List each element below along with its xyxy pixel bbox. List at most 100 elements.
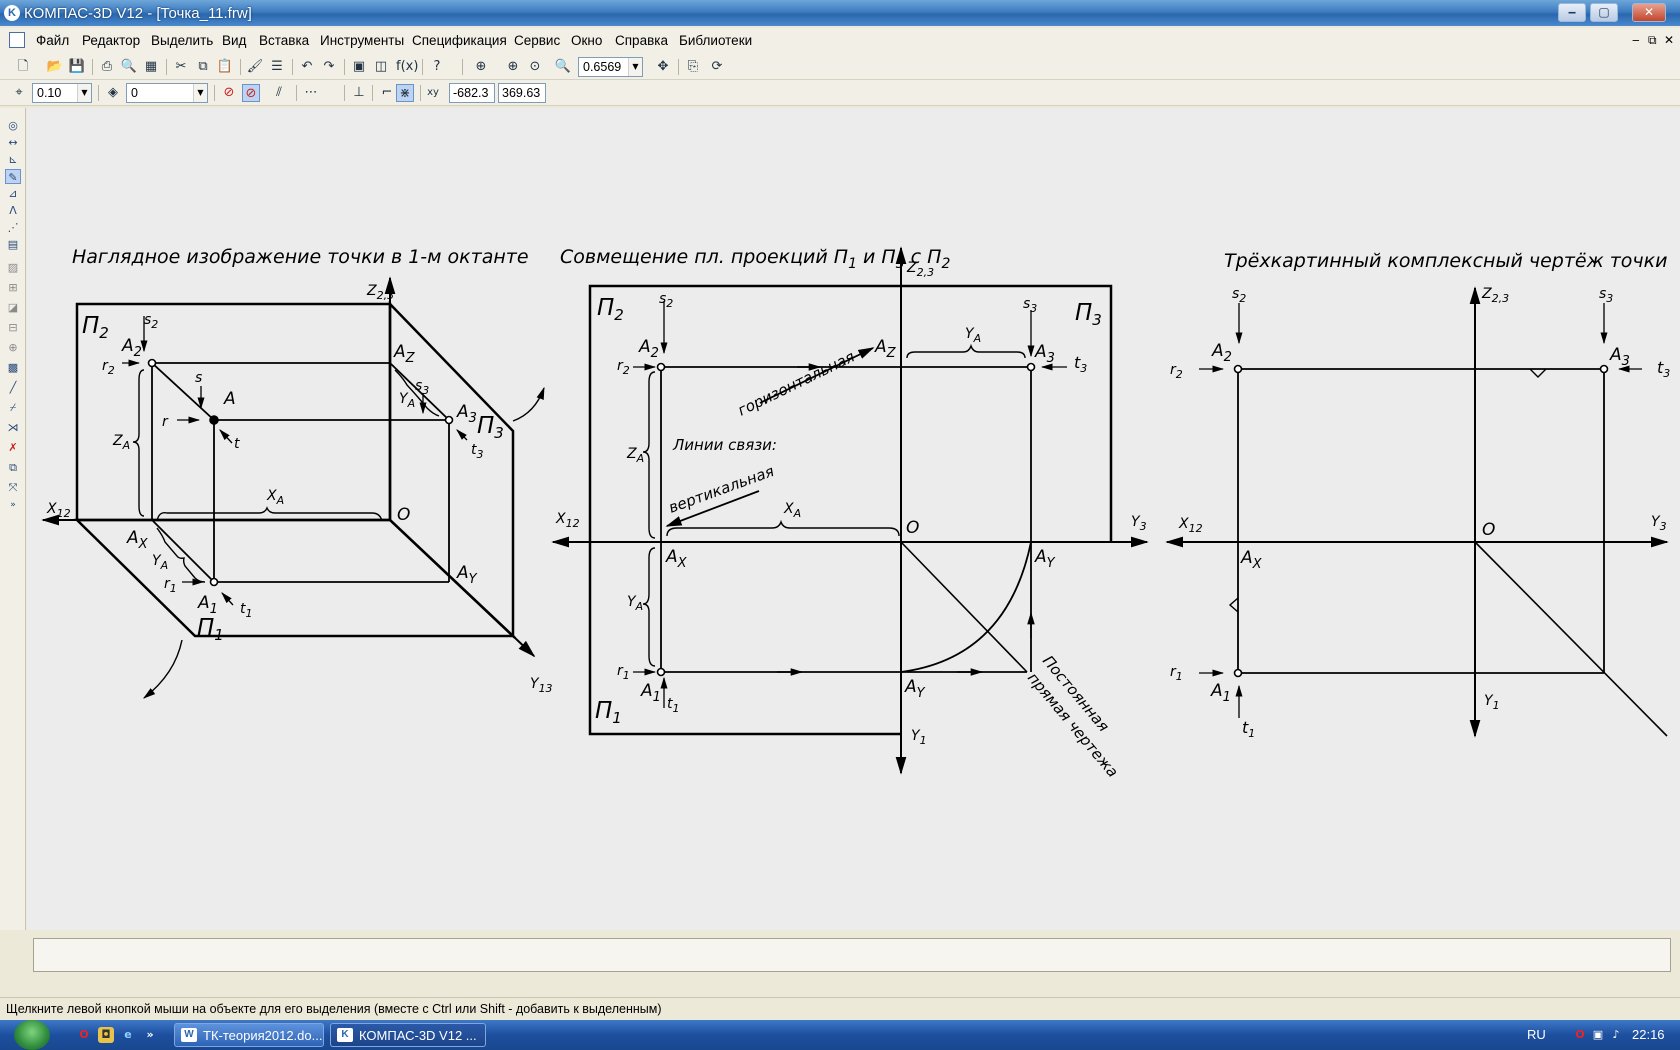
line-panel-icon[interactable]: ╱ bbox=[5, 380, 21, 395]
dimensions-panel-icon[interactable]: ↔ bbox=[5, 135, 21, 150]
selection-panel-icon[interactable]: ⋰ bbox=[5, 220, 21, 235]
drawing-canvas[interactable]: Наглядное изображение точки в 1-м октант… bbox=[27, 108, 1680, 930]
chevron-down-icon[interactable]: ▼ bbox=[628, 58, 642, 76]
paste-icon[interactable]: 📋 bbox=[216, 58, 234, 76]
manager-icon[interactable]: ▣ bbox=[350, 58, 368, 76]
layer-combo[interactable]: 0 ▼ bbox=[126, 83, 208, 103]
variables-fx-icon[interactable]: f(x) bbox=[396, 58, 418, 76]
quicklaunch-app-icon[interactable]: ◘ bbox=[98, 1027, 114, 1043]
zoom-in-icon[interactable]: ⊕ bbox=[504, 58, 522, 76]
compact-toolbar: ◎ ↔ ⊾ ✎ ⊿ Λ ⋰ ▤ ▨ ⊞ ◪ ⊟ ⊕ ▩ ╱ ⌿ ⋊ ✗ ⧉ ⤧ … bbox=[0, 108, 26, 930]
command-area[interactable] bbox=[33, 938, 1671, 972]
menu-tools[interactable]: Инструменты bbox=[320, 33, 404, 48]
maximize-button[interactable]: ▢ bbox=[1590, 3, 1618, 22]
current-state-toolbar: ⌖ 0.10 ▼ ◈ 0 ▼ ⊘ ⊘ ⫽ ⋯ ⊥ ⌐ ⋇ xy -682.3 3… bbox=[0, 80, 1680, 106]
format-brush-icon[interactable]: 🖌 bbox=[246, 58, 264, 76]
menu-specification[interactable]: Спецификация bbox=[412, 33, 507, 48]
delete-panel-icon[interactable]: ✗ bbox=[5, 440, 21, 455]
ie-icon[interactable]: e bbox=[120, 1027, 136, 1043]
copy-icon[interactable]: ⧉ bbox=[194, 58, 212, 76]
print-preview-icon[interactable]: 🔍 bbox=[120, 58, 138, 76]
zoom-combo[interactable]: 0.6569 ▼ bbox=[578, 57, 643, 77]
menu-help[interactable]: Справка bbox=[615, 33, 668, 48]
cursor-y-field[interactable]: 369.63 bbox=[498, 83, 546, 103]
menu-window[interactable]: Окно bbox=[571, 33, 602, 48]
svg-text:O: O bbox=[1482, 520, 1495, 540]
ortho-mode-icon[interactable]: ⌐ bbox=[378, 84, 396, 102]
spec-panel-icon[interactable]: ▤ bbox=[5, 237, 21, 252]
menu-view[interactable]: Вид bbox=[222, 33, 246, 48]
properties-icon[interactable]: ▦ bbox=[142, 58, 160, 76]
insert-panel-icon[interactable]: ⊞ bbox=[5, 280, 21, 295]
minimize-button[interactable]: ‒ bbox=[1558, 3, 1586, 22]
layers-icon[interactable]: ◈ bbox=[104, 84, 122, 102]
refresh-icon[interactable]: ⟳ bbox=[708, 58, 726, 76]
zoom-window-icon[interactable]: ⊕ bbox=[472, 58, 490, 76]
svg-text:X12: X12 bbox=[1178, 516, 1203, 535]
dynamic-snap-icon[interactable]: ⋇ bbox=[396, 84, 414, 102]
scale-panel-icon[interactable]: ⤧ bbox=[5, 480, 21, 495]
menu-libraries[interactable]: Библиотеки bbox=[679, 33, 752, 48]
chevron-down-icon[interactable]: ▼ bbox=[193, 84, 207, 102]
cut-icon[interactable]: ✂ bbox=[172, 58, 190, 76]
opera-icon[interactable]: O bbox=[76, 1027, 92, 1043]
task-word-document[interactable]: W ТК-теория2012.do... bbox=[174, 1023, 324, 1047]
tray-volume-icon[interactable]: ♪ bbox=[1608, 1027, 1624, 1043]
editing-panel-icon[interactable]: ✎ bbox=[5, 169, 21, 184]
start-button[interactable] bbox=[14, 1020, 50, 1050]
zoom-fit-icon[interactable]: ⊙ bbox=[526, 58, 544, 76]
svg-text:A2: A2 bbox=[1211, 341, 1232, 365]
pan-icon[interactable]: ✥ bbox=[654, 58, 672, 76]
parametrization-panel-icon[interactable]: ⊿ bbox=[5, 186, 21, 201]
snap-magnet-icon[interactable]: ⊘ bbox=[220, 84, 238, 102]
menu-file[interactable]: Файл bbox=[36, 33, 69, 48]
cursor-step-combo[interactable]: 0.10 ▼ bbox=[32, 83, 92, 103]
graphics-panel-icon[interactable]: ⊟ bbox=[5, 320, 21, 335]
save-icon[interactable]: 💾 bbox=[68, 58, 86, 76]
undo-icon[interactable]: ↶ bbox=[298, 58, 316, 76]
reports-panel-icon[interactable]: ▨ bbox=[5, 260, 21, 275]
split-panel-icon[interactable]: ⋊ bbox=[5, 420, 21, 435]
local-snap-magnet-icon[interactable]: ⊘ bbox=[242, 84, 260, 102]
quicklaunch-more-icon[interactable]: » bbox=[142, 1027, 158, 1043]
more-tools-icon[interactable]: » bbox=[5, 498, 21, 513]
regenerate-icon[interactable]: ⎘ bbox=[684, 58, 702, 76]
zoom-scale-icon[interactable]: 🔍 bbox=[554, 58, 572, 76]
menu-editor[interactable]: Редактор bbox=[82, 33, 140, 48]
title-bar[interactable]: K КОМПАС-3D V12 - [Точка_11.frw] ‒ ▢ ✕ bbox=[0, 0, 1680, 26]
help-pointer-icon[interactable]: ? bbox=[428, 58, 446, 76]
task-kompas[interactable]: K КОМПАС-3D V12 ... bbox=[330, 1023, 486, 1047]
fragment-panel-icon[interactable]: ◪ bbox=[5, 300, 21, 315]
menu-select[interactable]: Выделить bbox=[151, 33, 213, 48]
open-file-icon[interactable]: 📂 bbox=[46, 58, 64, 76]
svg-text:Y1: Y1 bbox=[911, 728, 927, 747]
document-icon[interactable] bbox=[9, 32, 25, 48]
hatch-panel-icon[interactable]: ▩ bbox=[5, 360, 21, 375]
redo-icon[interactable]: ↷ bbox=[320, 58, 338, 76]
list-icon[interactable]: ☰ bbox=[268, 58, 286, 76]
step-cursor-icon[interactable]: ⌖ bbox=[10, 84, 28, 102]
designations-panel-icon[interactable]: ⊾ bbox=[5, 152, 21, 167]
tray-opera-icon[interactable]: O bbox=[1572, 1027, 1588, 1043]
measure-panel-icon[interactable]: Λ bbox=[5, 203, 21, 218]
geometry-panel-icon[interactable]: ◎ bbox=[5, 118, 21, 133]
doc-restore-button[interactable]: ⧉ bbox=[1648, 33, 1657, 48]
chevron-down-icon[interactable]: ▼ bbox=[77, 84, 91, 102]
doc-minimize-button[interactable]: ‒ bbox=[1632, 33, 1640, 47]
local-cs-icon[interactable]: ⊥ bbox=[350, 84, 368, 102]
ortho-icon[interactable]: ⫽ bbox=[270, 84, 288, 102]
close-button[interactable]: ✕ bbox=[1632, 3, 1666, 22]
doc-close-button[interactable]: ✕ bbox=[1664, 33, 1674, 47]
language-indicator[interactable]: RU bbox=[1527, 1027, 1546, 1042]
menu-insert[interactable]: Вставка bbox=[259, 33, 309, 48]
trim-panel-icon[interactable]: ⌿ bbox=[5, 400, 21, 415]
tray-network-icon[interactable]: ▣ bbox=[1590, 1027, 1606, 1043]
menu-service[interactable]: Сервис bbox=[514, 33, 560, 48]
cursor-x-field[interactable]: -682.3 bbox=[449, 83, 495, 103]
library-icon[interactable]: ◫ bbox=[372, 58, 390, 76]
copy-panel-icon[interactable]: ⧉ bbox=[5, 460, 21, 475]
new-file-icon[interactable]: 🗋 bbox=[14, 58, 32, 76]
grid-icon[interactable]: ⋯ bbox=[302, 84, 320, 102]
layers-panel-icon[interactable]: ⊕ bbox=[5, 340, 21, 355]
print-icon[interactable]: ⎙ bbox=[98, 58, 116, 76]
